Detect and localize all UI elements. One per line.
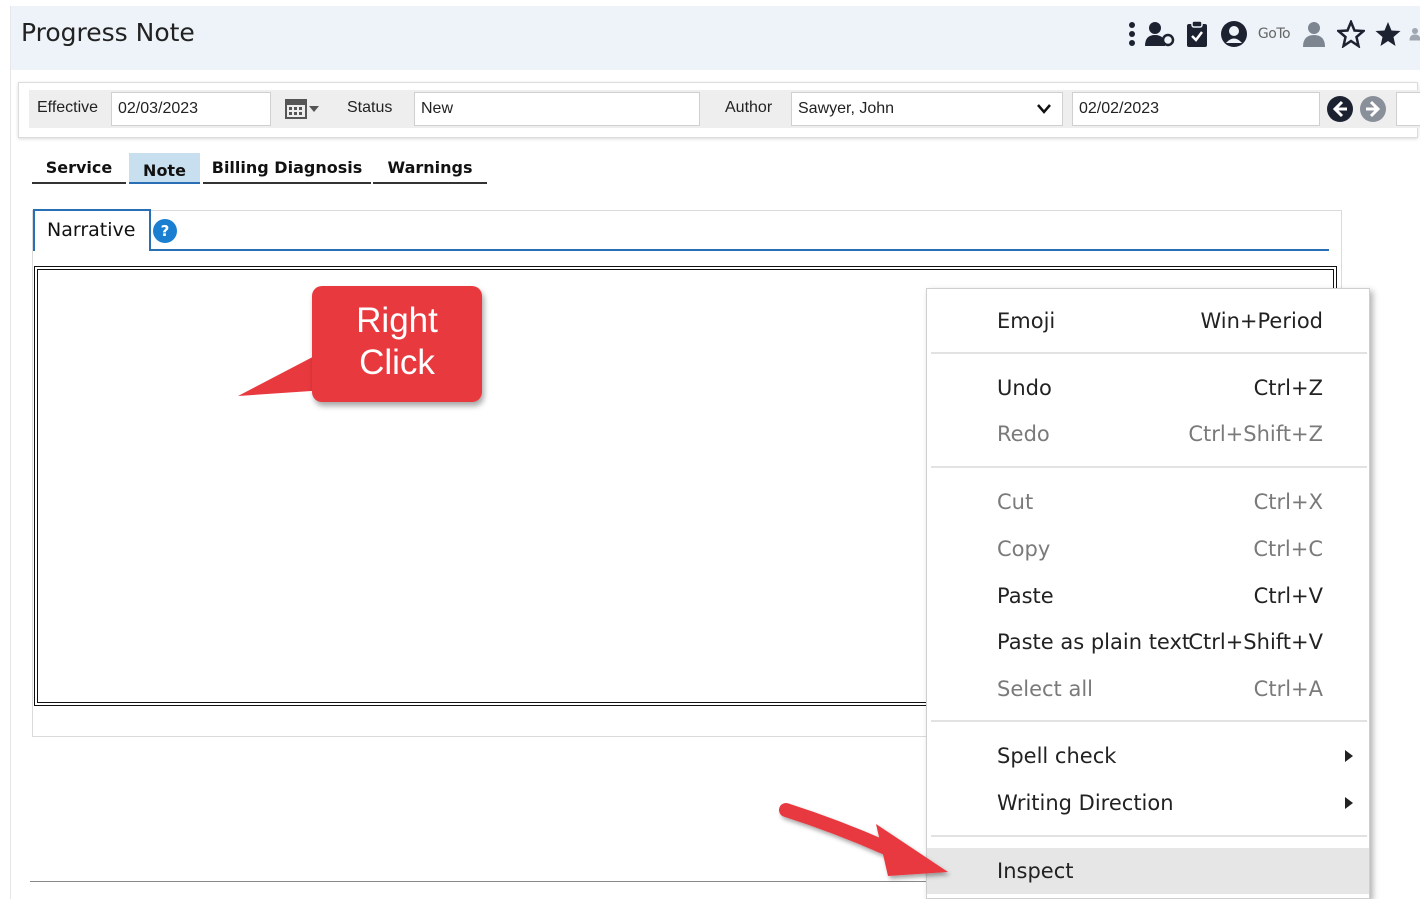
calendar-dropdown-button[interactable] bbox=[284, 94, 324, 124]
narrative-divider bbox=[151, 249, 1329, 251]
annotation-arrow-icon bbox=[779, 803, 948, 876]
menu-item-label: Copy bbox=[997, 537, 1051, 561]
more-options-icon[interactable] bbox=[1125, 18, 1139, 50]
menu-item-select-all[interactable]: Select all Ctrl+A bbox=[927, 666, 1369, 712]
star-outline-icon[interactable] bbox=[1335, 18, 1367, 50]
menu-item-label: Writing Direction bbox=[997, 791, 1174, 815]
clipboard-check-icon[interactable] bbox=[1181, 18, 1213, 50]
menu-item-paste[interactable]: Paste Ctrl+V bbox=[927, 573, 1369, 619]
chevron-down-icon bbox=[1037, 104, 1051, 114]
menu-separator bbox=[931, 835, 1367, 837]
filter-bar-inner: Effective 02/03/2023 Status New Author S… bbox=[29, 90, 1420, 128]
next-arrow-icon[interactable] bbox=[1359, 95, 1387, 123]
menu-item-undo[interactable]: Undo Ctrl+Z bbox=[927, 365, 1369, 411]
callout-line-2: Click bbox=[359, 343, 435, 382]
menu-item-shortcut: Ctrl+C bbox=[1253, 537, 1323, 561]
menu-item-label: Cut bbox=[997, 490, 1034, 514]
menu-item-label: Redo bbox=[997, 422, 1050, 446]
callout-line-1: Right bbox=[356, 301, 438, 340]
tab-warnings[interactable]: Warnings bbox=[373, 148, 487, 184]
menu-item-label: Emoji bbox=[997, 309, 1056, 333]
menu-item-redo[interactable]: Redo Ctrl+Shift+Z bbox=[927, 411, 1369, 457]
menu-item-shortcut: Ctrl+A bbox=[1253, 677, 1323, 701]
status-input[interactable]: New bbox=[414, 92, 700, 126]
menu-separator bbox=[931, 466, 1367, 468]
author-select-value: Sawyer, John bbox=[798, 100, 895, 117]
author-label: Author bbox=[725, 99, 773, 116]
menu-item-shortcut: Win+Period bbox=[1200, 309, 1323, 333]
date-input[interactable]: 02/02/2023 bbox=[1072, 92, 1320, 126]
menu-item-emoji[interactable]: Emoji Win+Period bbox=[927, 298, 1369, 344]
extra-input[interactable] bbox=[1396, 92, 1420, 126]
user-icon-secondary[interactable] bbox=[1409, 18, 1420, 50]
submenu-arrow-icon bbox=[1345, 750, 1353, 762]
toolbar: GoTo bbox=[1120, 18, 1420, 50]
right-click-callout: Right Click bbox=[312, 286, 482, 402]
goto-icon[interactable]: GoTo bbox=[1255, 18, 1293, 50]
menu-item-shortcut: Ctrl+Shift+V bbox=[1188, 630, 1323, 654]
menu-item-label: Inspect bbox=[997, 859, 1074, 883]
title-bar: Progress Note GoTo bbox=[11, 6, 1420, 70]
tab-billing-diagnosis[interactable]: Billing Diagnosis bbox=[203, 148, 371, 184]
user-circle-icon[interactable] bbox=[1218, 18, 1250, 50]
menu-item-spell-check[interactable]: Spell check bbox=[927, 733, 1369, 779]
status-label: Status bbox=[347, 99, 393, 116]
menu-item-label: Select all bbox=[997, 677, 1093, 701]
menu-item-shortcut: Ctrl+X bbox=[1253, 490, 1323, 514]
effective-label: Effective bbox=[37, 99, 99, 116]
calendar-icon bbox=[285, 99, 319, 119]
menu-item-label: Paste as plain text bbox=[997, 630, 1191, 654]
menu-item-label: Spell check bbox=[997, 744, 1117, 768]
menu-item-label: Undo bbox=[997, 376, 1052, 400]
menu-item-paste-plain-text[interactable]: Paste as plain text Ctrl+Shift+V bbox=[927, 619, 1369, 665]
menu-item-copy[interactable]: Copy Ctrl+C bbox=[927, 526, 1369, 572]
narrative-tab[interactable]: Narrative bbox=[33, 209, 151, 251]
user-icon[interactable] bbox=[1298, 18, 1330, 50]
menu-item-cut[interactable]: Cut Ctrl+X bbox=[927, 479, 1369, 525]
effective-date-input[interactable]: 02/03/2023 bbox=[111, 92, 271, 126]
menu-item-writing-direction[interactable]: Writing Direction bbox=[927, 780, 1369, 826]
menu-separator bbox=[931, 720, 1367, 722]
filter-bar: Effective 02/03/2023 Status New Author S… bbox=[18, 82, 1420, 138]
menu-item-inspect[interactable]: Inspect bbox=[927, 848, 1369, 894]
submenu-arrow-icon bbox=[1345, 797, 1353, 809]
menu-item-shortcut: Ctrl+V bbox=[1253, 584, 1323, 608]
tab-note[interactable]: Note bbox=[129, 153, 200, 184]
menu-item-shortcut: Ctrl+Shift+Z bbox=[1188, 422, 1323, 446]
client-search-icon[interactable] bbox=[1144, 18, 1176, 50]
previous-arrow-icon[interactable] bbox=[1326, 95, 1354, 123]
page-title: Progress Note bbox=[21, 18, 195, 47]
tab-service[interactable]: Service bbox=[32, 148, 126, 184]
context-menu: Emoji Win+Period Undo Ctrl+Z Redo Ctrl+S… bbox=[926, 288, 1370, 899]
author-select[interactable]: Sawyer, John bbox=[791, 92, 1063, 126]
star-filled-icon[interactable] bbox=[1372, 18, 1404, 50]
menu-separator bbox=[931, 352, 1367, 354]
menu-item-shortcut: Ctrl+Z bbox=[1253, 376, 1323, 400]
help-icon[interactable]: ? bbox=[153, 219, 177, 243]
goto-label: GoTo bbox=[1257, 26, 1291, 42]
menu-item-label: Paste bbox=[997, 584, 1054, 608]
